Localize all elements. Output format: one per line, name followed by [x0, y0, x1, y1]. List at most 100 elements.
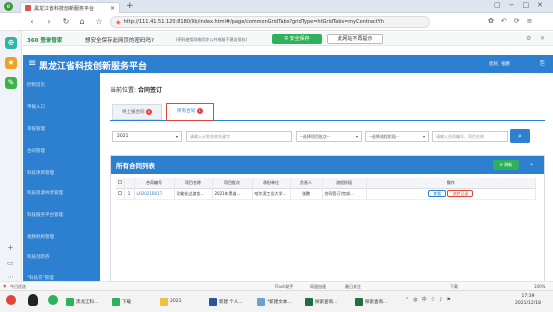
checkbox-icon[interactable]: [117, 180, 122, 185]
sidebar-more-icon[interactable]: ⋯: [7, 273, 14, 281]
tab-pending-contracts[interactable]: 待上报合同 0: [112, 104, 162, 120]
qq-icon[interactable]: [28, 294, 38, 306]
bookmark-star-icon[interactable]: ☆: [94, 17, 104, 27]
batch-select[interactable]: --选择项目批次-- ▾: [296, 131, 362, 142]
collapse-panel-icon[interactable]: ⌄: [529, 160, 534, 167]
excel-icon: [305, 297, 313, 306]
table-header-project-name: 项目名称: [174, 178, 213, 188]
sidebar-trash-icon[interactable]: ▭: [7, 259, 14, 267]
search-button[interactable]: ⌕: [510, 129, 530, 143]
maximize-window-icon[interactable]: □: [523, 1, 538, 9]
save-password-label: 安全保存: [289, 36, 310, 42]
stage-select[interactable]: --选择流程阶段-- ▾: [365, 131, 429, 142]
sync-icon[interactable]: ⟳: [514, 17, 527, 25]
extension-icon[interactable]: ✿: [488, 17, 501, 25]
sidebar-add-icon[interactable]: +: [7, 243, 14, 252]
nav-item-review[interactable]: 审核管理: [27, 126, 45, 132]
contract-number-input[interactable]: 请输入合同编号、项目名称: [432, 131, 508, 142]
refresh-button[interactable]: ⟳ 刷新: [493, 160, 519, 170]
tray-volume-icon[interactable]: ♪: [439, 297, 446, 303]
year-select[interactable]: 2021 ▾: [112, 131, 182, 142]
infobar-note: (密码使用网络同步公共电脑下建议保存): [176, 37, 248, 42]
taskbar-item-download[interactable]: 下载: [112, 296, 131, 307]
tab-pending-badge: 0: [145, 109, 152, 115]
contracts-table: 合同编号 项目名称 项目批次 承担单位 负责人 流程阶段 操作 1 LH2021…: [116, 178, 536, 200]
start-button[interactable]: [6, 295, 16, 305]
address-bar-row: ‹ › ↻ ⌂ ☆ ◈ http://111.41.51.120:8180/li…: [0, 13, 553, 31]
tab-all-contracts[interactable]: 所有合同 1: [166, 103, 214, 121]
row-actions: 查看 流转记录: [366, 188, 536, 199]
nav-item-platforms[interactable]: 科技服务平台管理: [27, 212, 63, 218]
process-log-button[interactable]: 流转记录: [447, 190, 474, 197]
system-tray: ⌃◍中⌔♪⚑: [405, 296, 455, 303]
nav-item-vouchers[interactable]: 科技创新券: [27, 254, 50, 260]
forward-icon[interactable]: ›: [44, 17, 54, 27]
nav-item-institutions[interactable]: 视频机构管理: [27, 234, 54, 240]
browser-logo-icon: e: [4, 2, 13, 11]
taskbar-item-folder[interactable]: 2021: [160, 296, 181, 307]
sidebar-chat-icon[interactable]: ✎: [5, 77, 17, 89]
taskbar-item-excel-1[interactable]: 探索查询...: [305, 296, 337, 307]
tray-app-icon[interactable]: ◍: [413, 297, 421, 303]
undo-icon[interactable]: ↶: [501, 17, 514, 25]
table-header-contract-no: 合同编号: [134, 178, 175, 188]
sidebar-app-icon-1[interactable]: ⊕: [5, 37, 17, 49]
breadcrumb: 当前位置: 合同签订: [110, 85, 162, 94]
hamburger-menu-icon[interactable]: ≡: [28, 58, 36, 69]
row-checkbox[interactable]: [116, 188, 125, 199]
chevron-down-icon: ▾: [422, 134, 425, 139]
tray-network-icon[interactable]: ⌔: [431, 297, 440, 303]
table-header-unit: 承担单位: [252, 178, 291, 188]
browser-taskbar-icon[interactable]: [48, 295, 58, 305]
refresh-label: 刷新: [504, 162, 513, 167]
minimize-window-icon[interactable]: −: [509, 1, 523, 9]
taskbar-item-browser[interactable]: 黑龙江科...: [66, 296, 98, 307]
clock-time: 17:39: [521, 294, 535, 299]
nav-item-resources[interactable]: 科技资源共享管理: [27, 190, 63, 196]
table-header-batch: 项目批次: [212, 178, 253, 188]
taskbar-item-excel-2-label: 探索查询...: [365, 299, 388, 305]
taskbar-item-excel-2[interactable]: 探索查询...: [355, 296, 387, 307]
clock[interactable]: 17:39 2021/12/18: [515, 293, 541, 307]
save-password-button[interactable]: ⛨ 安全保存: [272, 34, 322, 44]
sidebar-star-icon[interactable]: ★: [5, 57, 17, 69]
tab-all-badge: 1: [196, 108, 203, 114]
back-icon[interactable]: ‹: [27, 17, 37, 27]
restore-window-icon[interactable]: ▢: [494, 1, 509, 9]
browser-tab-bar: e 黑龙江省科技创新服务平台 × + ▢−□✕: [0, 0, 553, 13]
panel-header: 所有合同列表 ⟳ 刷新 ⌄: [111, 156, 544, 174]
chevron-down-icon: ▾: [175, 134, 178, 139]
taskbar-item-word[interactable]: 新建 个人...: [209, 296, 243, 307]
infobar-question: 想安全保存此网页的密码吗?: [85, 38, 154, 44]
url-field[interactable]: ◈ http://111.41.51.120:8180/lib/index.ht…: [110, 16, 430, 28]
user-menu-icon[interactable]: ⎘: [540, 60, 545, 68]
table-header-checkbox[interactable]: [116, 178, 125, 188]
tray-flag-icon[interactable]: ⚑: [447, 297, 455, 303]
taskbar-item-notepad[interactable]: *新建文本...: [257, 296, 292, 307]
infobar-settings-icon[interactable]: ⚙: [526, 35, 531, 42]
never-remind-button[interactable]: 此网站不再提示: [327, 34, 383, 44]
close-tab-icon[interactable]: ×: [110, 5, 115, 12]
user-greeting[interactable]: 您好, 张鹏: [489, 61, 510, 67]
close-window-icon[interactable]: ✕: [537, 1, 551, 9]
row-contract-no[interactable]: LH2021B017: [134, 188, 175, 199]
table-header-stage: 流程阶段: [322, 178, 367, 188]
infobar-close-icon[interactable]: ✕: [540, 35, 545, 42]
checkbox-icon[interactable]: [117, 191, 122, 195]
reload-icon[interactable]: ↻: [61, 17, 71, 27]
home-icon[interactable]: ⌂: [77, 17, 87, 27]
row-batch: 2021年黑省...: [212, 188, 253, 199]
nav-item-apply[interactable]: 申报入口: [27, 104, 45, 110]
nav-item-home[interactable]: 控制首页: [27, 82, 45, 88]
row-stage: 合同签订(完成...: [322, 188, 367, 199]
nav-item-contracts[interactable]: 合同管理: [27, 148, 45, 154]
tray-ime-icon[interactable]: 中: [422, 297, 431, 303]
browser-tab[interactable]: 黑龙江省科技创新服务平台 ×: [20, 2, 120, 13]
keyword-input[interactable]: 请输入计划名称关键字: [186, 131, 292, 142]
zoom-level[interactable]: 100%: [534, 284, 545, 289]
tray-chevron-icon[interactable]: ⌃: [405, 297, 413, 303]
menu-icon[interactable]: ≡: [527, 17, 540, 25]
new-tab-icon[interactable]: +: [126, 1, 134, 11]
view-button[interactable]: 查看: [428, 190, 447, 197]
nav-item-projects[interactable]: 科技项目管理: [27, 170, 54, 176]
